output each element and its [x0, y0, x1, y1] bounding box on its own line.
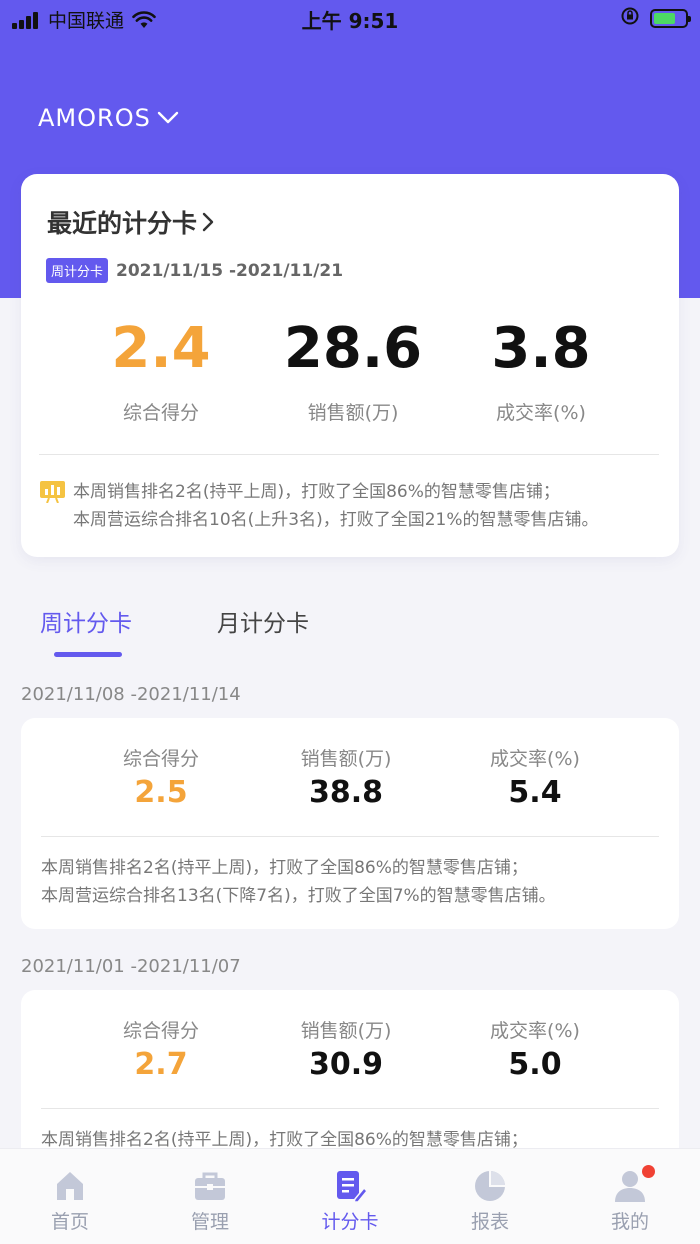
recent-summary: 本周销售排名2名(持平上周)，打败了全国86%的智慧零售店铺； 本周营运综合排名… [40, 478, 599, 534]
bottom-nav: 首页 管理 计分卡 报表 我的 [0, 1148, 700, 1244]
nav-profile[interactable]: 我的 [580, 1165, 680, 1234]
nav-label: 计分卡 [321, 1211, 379, 1233]
metric-value: 2.5 [134, 775, 188, 810]
tab-active-indicator [54, 652, 122, 657]
recent-scorecard-card: 最近的计分卡 周计分卡 2021/11/15 -2021/11/21 2.4 综… [21, 174, 679, 557]
metric-label: 成交率(%) [490, 748, 580, 770]
summary-line: 本周营运综合排名13名(下降7名)，打败了全国7%的智慧零售店铺。 [41, 886, 556, 906]
nav-home[interactable]: 首页 [20, 1169, 120, 1234]
clock: 上午 9:51 [301, 9, 399, 33]
notification-dot [642, 1165, 655, 1178]
home-icon [57, 1172, 83, 1200]
divider [41, 836, 659, 837]
metric-overall-score: 综合得分 2.5 [81, 744, 241, 810]
metric-value: 30.9 [308, 1047, 384, 1082]
metric-value: 2.7 [134, 1047, 188, 1082]
nav-reports[interactable]: 报表 [440, 1169, 540, 1234]
tab-weekly[interactable]: 周计分卡 [40, 604, 132, 638]
nav-label: 报表 [470, 1211, 509, 1233]
metric-value: 5.4 [508, 775, 562, 810]
history-date-range: 2021/11/08 -2021/11/14 [21, 684, 241, 705]
chevron-down-icon [157, 111, 179, 124]
metric-sales: 28.6 销售额(万) [253, 314, 453, 425]
metric-label: 销售额(万) [300, 1020, 392, 1042]
tab-monthly[interactable]: 月计分卡 [217, 604, 309, 638]
metric-label: 综合得分 [122, 1020, 199, 1042]
history-date-range: 2021/11/01 -2021/11/07 [21, 956, 241, 977]
bar-chart-icon [40, 481, 65, 503]
recent-metrics: 2.4 综合得分 28.6 销售额(万) 3.8 成交率(%) [21, 314, 679, 434]
chevron-right-icon [202, 212, 214, 232]
metric-sales: 销售额(万) 38.8 [266, 744, 426, 810]
scorecard-tabs: 周计分卡 月计分卡 [0, 596, 700, 666]
metric-overall-score: 2.4 综合得分 [61, 314, 261, 425]
nav-label: 管理 [190, 1211, 229, 1233]
metric-label: 成交率(%) [496, 402, 586, 424]
recent-scorecard-title: 最近的计分卡 [47, 209, 198, 238]
divider [39, 454, 659, 455]
pie-chart-icon [475, 1171, 505, 1201]
divider [41, 1108, 659, 1109]
metric-label: 销售额(万) [307, 402, 399, 424]
summary-line: 本周营运综合排名10名(上升3名)，打败了全国21%的智慧零售店铺。 [73, 510, 599, 530]
nav-label: 首页 [50, 1211, 89, 1233]
summary-line: 本周销售排名2名(持平上周)，打败了全国86%的智慧零售店铺； [41, 858, 528, 878]
recent-date-range: 2021/11/15 -2021/11/21 [116, 260, 344, 281]
briefcase-icon [195, 1172, 225, 1200]
metric-label: 成交率(%) [490, 1020, 580, 1042]
metric-value: 38.8 [308, 775, 384, 810]
scorecard-icon [337, 1171, 367, 1203]
metric-sales: 销售额(万) 30.9 [266, 1016, 426, 1082]
status-right [620, 6, 691, 31]
metric-label: 销售额(万) [300, 748, 392, 770]
metric-overall-score: 综合得分 2.7 [81, 1016, 241, 1082]
metric-conversion-rate: 成交率(%) 5.4 [455, 744, 615, 810]
metric-value: 5.0 [508, 1047, 562, 1082]
metric-value: 2.4 [111, 316, 211, 381]
battery-icon [650, 9, 691, 28]
metric-value: 3.8 [491, 316, 591, 381]
nav-manage[interactable]: 管理 [160, 1169, 260, 1234]
store-name-label: AMOROS [38, 104, 151, 132]
recent-scorecard-link[interactable]: 最近的计分卡 [47, 204, 215, 240]
metric-label: 综合得分 [122, 748, 199, 770]
metric-label: 综合得分 [122, 402, 199, 424]
store-selector[interactable]: AMOROS [38, 104, 179, 132]
history-summary: 本周销售排名2名(持平上周)，打败了全国86%的智慧零售店铺； 本周营运综合排名… [41, 854, 556, 910]
metric-conversion-rate: 3.8 成交率(%) [441, 314, 641, 425]
week-badge: 周计分卡 [46, 258, 109, 283]
status-bar: 中国联通 上午 9:51 [0, 0, 700, 38]
history-card[interactable]: 综合得分 2.5 销售额(万) 38.8 成交率(%) 5.4 本周销售排名2名… [21, 718, 679, 929]
rotation-lock-icon [620, 6, 640, 31]
nav-label: 我的 [610, 1211, 649, 1233]
nav-scorecard[interactable]: 计分卡 [300, 1169, 400, 1234]
metric-conversion-rate: 成交率(%) 5.0 [455, 1016, 615, 1082]
summary-line: 本周销售排名2名(持平上周)，打败了全国86%的智慧零售店铺； [73, 482, 560, 502]
scorecard-period: 周计分卡 2021/11/15 -2021/11/21 [46, 258, 343, 283]
metric-value: 28.6 [283, 316, 423, 381]
